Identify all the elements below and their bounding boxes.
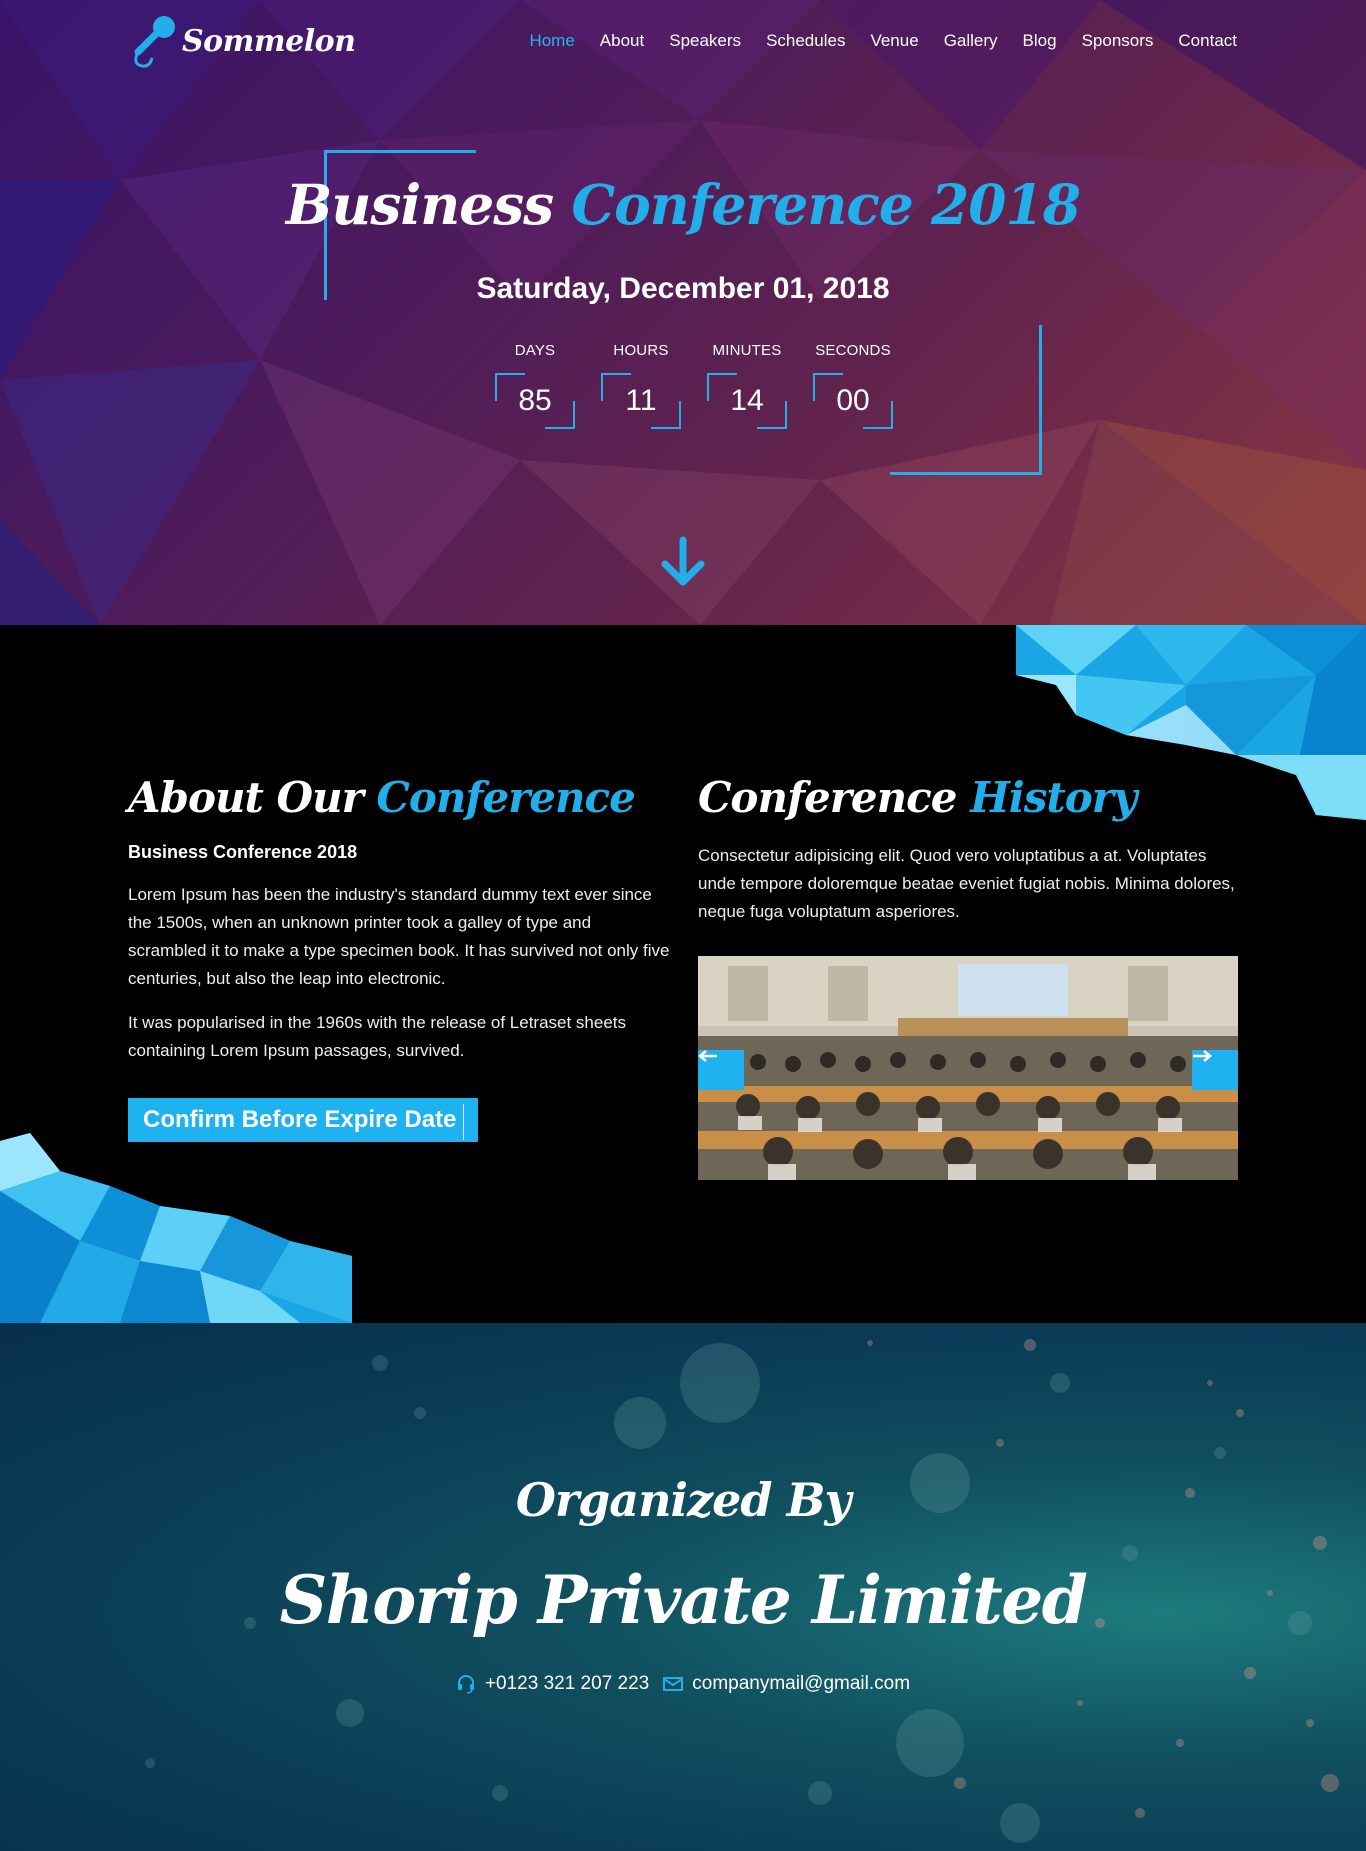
main-nav: Home About Speakers Schedules Venue Gall… bbox=[529, 31, 1237, 51]
nav-item-gallery[interactable]: Gallery bbox=[944, 31, 998, 51]
countdown-days: DAYS 85 bbox=[482, 342, 588, 429]
countdown-value: 85 bbox=[518, 384, 552, 417]
about-section: About Our Conference Business Conference… bbox=[0, 625, 1366, 1323]
organizer-section: Organized By Shorip Private Limited +012… bbox=[0, 1323, 1366, 1851]
countdown-label: MINUTES bbox=[712, 342, 782, 359]
about-title: About Our Conference bbox=[128, 773, 673, 822]
history-image-slider[interactable] bbox=[698, 956, 1238, 1180]
countdown-seconds: SECONDS 00 bbox=[800, 342, 906, 429]
about-conference-column: About Our Conference Business Conference… bbox=[128, 773, 673, 1142]
crystal-decoration-bottom-left bbox=[0, 1133, 352, 1323]
phone-contact: +0123 321 207 223 bbox=[456, 1673, 649, 1695]
navbar: Sommelon Home About Speakers Schedules V… bbox=[0, 0, 1366, 84]
slider-next-button[interactable] bbox=[1192, 1050, 1238, 1090]
confirm-button[interactable]: Confirm Before Expire Date bbox=[128, 1098, 479, 1142]
microphone-icon bbox=[134, 16, 175, 68]
email-contact: companymail@gmail.com bbox=[663, 1673, 910, 1695]
countdown-value: 11 bbox=[625, 384, 657, 417]
phone-link[interactable]: +0123 321 207 223 bbox=[485, 1673, 649, 1695]
nav-item-about[interactable]: About bbox=[600, 31, 644, 51]
about-paragraph-1: Lorem Ipsum has been the industry's stan… bbox=[128, 885, 670, 988]
countdown-minutes: MINUTES 14 bbox=[694, 342, 800, 429]
arrow-right-icon bbox=[1193, 1050, 1212, 1062]
headset-icon bbox=[457, 1675, 474, 1694]
countdown-box: 00 bbox=[813, 373, 893, 429]
arrow-down-icon[interactable] bbox=[659, 536, 707, 588]
nav-item-blog[interactable]: Blog bbox=[1023, 31, 1057, 51]
about-title-part1: About Our bbox=[128, 773, 364, 822]
hero-title: Business Conference 2018 bbox=[0, 172, 1366, 237]
about-title-part2: Conference bbox=[376, 773, 635, 822]
countdown-box: 14 bbox=[707, 373, 787, 429]
nav-item-sponsors[interactable]: Sponsors bbox=[1082, 31, 1154, 51]
countdown-label: SECONDS bbox=[815, 342, 891, 359]
organizer-contact: +0123 321 207 223 companymail@gmail.com bbox=[0, 1673, 1366, 1695]
about-paragraph-2: It was popularised in the 1960s with the… bbox=[128, 1013, 627, 1060]
history-title-part1: Conference bbox=[698, 773, 957, 822]
slider-prev-button[interactable] bbox=[698, 1050, 744, 1090]
logo-text: Sommelon bbox=[182, 23, 356, 59]
countdown-hours: HOURS 11 bbox=[588, 342, 694, 429]
history-title-part2: History bbox=[970, 773, 1137, 822]
conference-history-column: Conference History Consectetur adipisici… bbox=[698, 773, 1238, 1180]
countdown-box: 11 bbox=[601, 373, 681, 429]
site-logo[interactable]: Sommelon bbox=[128, 12, 356, 70]
about-subtitle: Business Conference 2018 bbox=[128, 842, 358, 862]
hero-title-part2: Conference 2018 bbox=[571, 172, 1081, 237]
countdown-timer: DAYS 85 HOURS 11 MINUTES 14 SECONDS 00 bbox=[482, 342, 906, 429]
nav-item-contact[interactable]: Contact bbox=[1178, 31, 1237, 51]
countdown-value: 00 bbox=[836, 384, 870, 417]
countdown-label: DAYS bbox=[514, 342, 556, 359]
hero-section: Sommelon Home About Speakers Schedules V… bbox=[0, 0, 1366, 625]
hero-frame-corner-bottom-right bbox=[890, 325, 1042, 475]
event-date: Saturday, December 01, 2018 bbox=[476, 272, 890, 305]
nav-item-speakers[interactable]: Speakers bbox=[669, 31, 741, 51]
hero-title-part1: Business bbox=[285, 172, 554, 237]
hero-polygon-background bbox=[0, 0, 1366, 625]
history-title: Conference History bbox=[698, 773, 1238, 822]
countdown-label: HOURS bbox=[613, 342, 669, 359]
organizer-name: Shorip Private Limited bbox=[279, 1561, 1088, 1639]
nav-item-schedules[interactable]: Schedules bbox=[766, 31, 845, 51]
email-link[interactable]: companymail@gmail.com bbox=[692, 1673, 910, 1695]
conference-hall-photo bbox=[698, 956, 1238, 1180]
nav-item-home[interactable]: Home bbox=[529, 31, 574, 51]
organized-by-heading: Organized By bbox=[515, 1473, 851, 1527]
arrow-left-icon bbox=[698, 1050, 717, 1062]
countdown-value: 14 bbox=[730, 384, 764, 417]
nav-item-venue[interactable]: Venue bbox=[870, 31, 918, 51]
countdown-box: 85 bbox=[495, 373, 575, 429]
history-text: Consectetur adipisicing elit. Quod vero … bbox=[698, 846, 1235, 921]
envelope-icon bbox=[663, 1677, 684, 1691]
